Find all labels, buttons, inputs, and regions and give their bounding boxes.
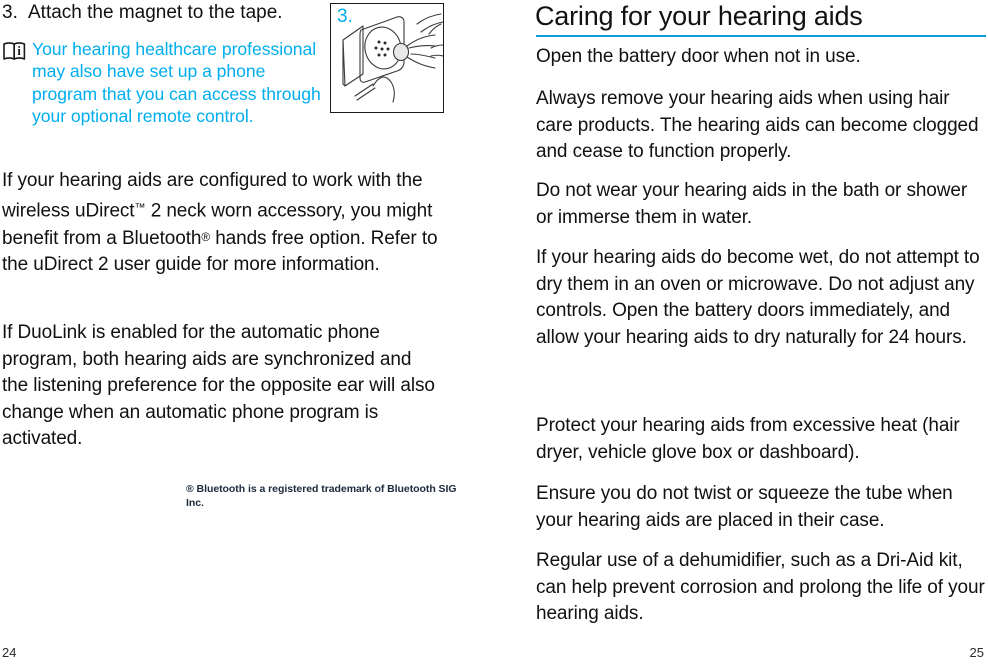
left-page-column: 3. Attach the magnet to the tape. i Your… [0,0,470,669]
illustration-step-label: 3. [337,6,353,27]
numbered-step-3: 3. Attach the magnet to the tape. [2,0,322,25]
care-paragraph-2: Always remove your hearing aids when usi… [536,88,979,163]
page-number-right: 25 [969,645,984,660]
care-paragraph-1: Open the battery door when not in use. [536,46,861,67]
information-note: i Your hearing healthcare professional m… [2,38,327,127]
bluetooth-trademark-footnote: ® Bluetooth is a registered trademark of… [186,483,457,509]
right-page-column: Caring for your hearing aids Open the ba… [535,0,988,669]
step-number: 3. [2,2,18,23]
registered-symbol: ® [201,230,211,244]
care-paragraph-3: Do not wear your hearing aids in the bat… [536,180,968,228]
document-spread: 3. Attach the magnet to the tape. i Your… [0,0,988,669]
svg-text:i: i [17,44,21,58]
instructions-manual-icon: i [2,41,32,63]
title-rule-divider [536,35,986,37]
care-paragraph-5: Protect your hearing aids from excessive… [536,415,960,463]
duolink-paragraph: If DuoLink is enabled for the automatic … [2,322,435,450]
information-note-text: Your hearing healthcare professional may… [32,39,321,126]
udirect-paragraph: If your hearing aids are configured to w… [2,168,442,279]
trademark-symbol: ™ [134,201,146,214]
magnet-attach-to-phone-illustration: 3. [330,3,444,113]
step-text: Attach the magnet to the tape. [28,2,283,23]
care-paragraph-7: Regular use of a dehumidifier, such as a… [536,550,985,625]
page-title: Caring for your hearing aids [535,1,863,31]
page-number-left: 24 [2,645,17,660]
care-paragraph-6: Ensure you do not twist or squeeze the t… [536,483,953,531]
care-paragraph-4: If your hearing aids do become wet, do n… [536,247,980,348]
